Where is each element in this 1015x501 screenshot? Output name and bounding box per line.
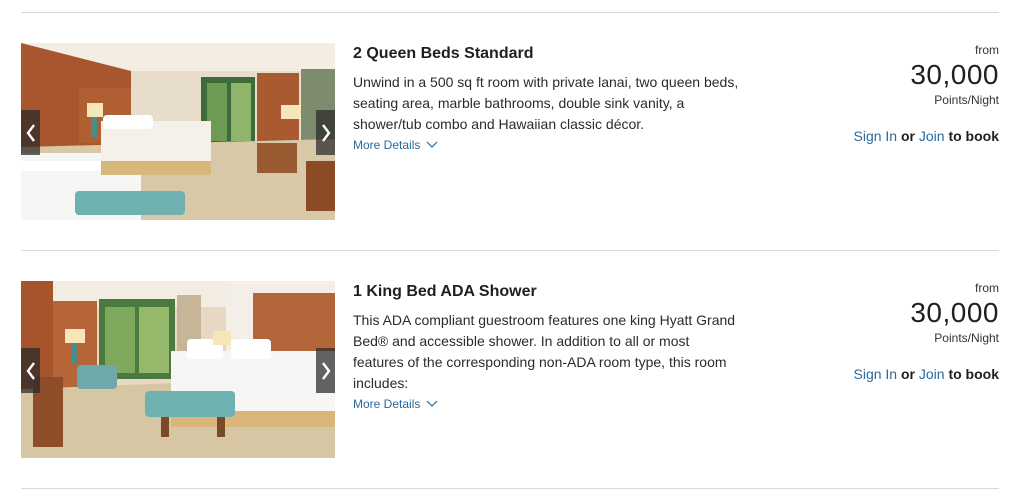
- room-card: 1 King Bed ADA Shower This ADA compliant…: [21, 281, 999, 458]
- carousel-next-button[interactable]: [316, 110, 335, 155]
- room-description: This ADA compliant guestroom features on…: [353, 312, 736, 391]
- sign-in-link[interactable]: Sign In: [854, 366, 898, 382]
- room-card: 2 Queen Beds Standard Unwind in a 500 sq…: [21, 43, 999, 220]
- room-divider: [21, 250, 999, 251]
- room-title: 2 Queen Beds Standard: [353, 45, 534, 62]
- bottom-divider: [21, 488, 999, 489]
- to-book-text: to book: [948, 366, 999, 382]
- top-divider: [21, 12, 999, 13]
- chevron-left-icon: [26, 123, 35, 142]
- room-photo: [21, 43, 335, 220]
- room-info: 1 King Bed ADA Shower This ADA compliant…: [353, 281, 743, 413]
- more-details-label: More Details: [353, 138, 421, 152]
- from-label: from: [975, 43, 999, 57]
- room-info: 2 Queen Beds Standard Unwind in a 500 sq…: [353, 43, 743, 154]
- join-link[interactable]: Join: [919, 366, 945, 382]
- chevron-left-icon: [26, 361, 35, 380]
- carousel-next-button[interactable]: [316, 348, 335, 393]
- more-details-label: More Details: [353, 397, 421, 411]
- price-block: from 30,000 Points/Night Sign In or Join…: [854, 43, 1000, 145]
- booking-prompt: Sign In or Join to book: [854, 127, 1000, 145]
- room-photo-carousel[interactable]: [21, 43, 335, 220]
- chevron-right-icon: [321, 361, 330, 380]
- price-block: from 30,000 Points/Night Sign In or Join…: [854, 281, 1000, 383]
- carousel-prev-button[interactable]: [21, 348, 40, 393]
- or-text: or: [900, 366, 915, 382]
- points-value: 30,000: [910, 297, 999, 328]
- carousel-prev-button[interactable]: [21, 110, 40, 155]
- booking-prompt: Sign In or Join to book: [854, 365, 1000, 383]
- room-photo-carousel[interactable]: [21, 281, 335, 458]
- room-description: Unwind in a 500 sq ft room with private …: [353, 74, 739, 132]
- sign-in-link[interactable]: Sign In: [854, 128, 898, 144]
- more-details-link[interactable]: More Details: [353, 138, 438, 152]
- points-unit: Points/Night: [934, 331, 999, 345]
- room-photo: [21, 281, 335, 458]
- points-value: 30,000: [910, 59, 999, 90]
- chevron-right-icon: [321, 123, 330, 142]
- room-title: 1 King Bed ADA Shower: [353, 283, 537, 300]
- to-book-text: to book: [948, 128, 999, 144]
- points-unit: Points/Night: [934, 93, 999, 107]
- chevron-down-icon: [426, 400, 438, 407]
- from-label: from: [975, 281, 999, 295]
- or-text: or: [900, 128, 915, 144]
- more-details-link[interactable]: More Details: [353, 397, 438, 411]
- chevron-down-icon: [426, 141, 438, 148]
- join-link[interactable]: Join: [919, 128, 945, 144]
